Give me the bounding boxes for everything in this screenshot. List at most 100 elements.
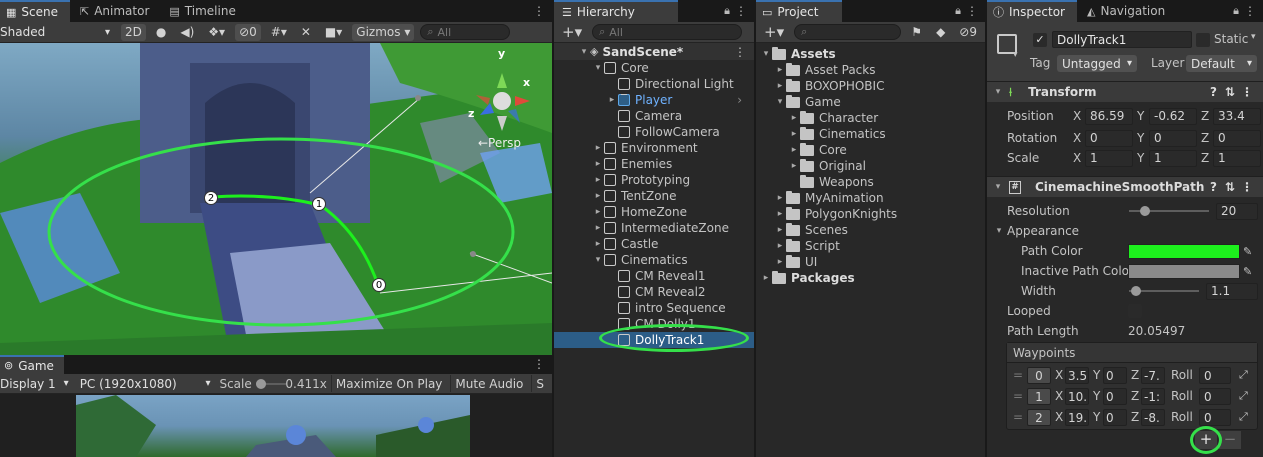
expand-arrow-icon[interactable]: ▸ xyxy=(788,129,800,139)
more-options-icon[interactable]: ⋮ xyxy=(1241,180,1253,194)
expand-arrow-icon[interactable]: ▾ xyxy=(592,255,604,265)
expand-arrow-icon[interactable]: ▸ xyxy=(592,159,604,169)
smooth-path-header[interactable]: ▾ # CinemachineSmoothPath ? ⇅ ⋮ xyxy=(987,176,1263,197)
hidden-objects-toggle[interactable]: ⊘ 0 xyxy=(235,23,261,41)
hierarchy-item[interactable]: ▸ Prototyping xyxy=(554,172,754,188)
drag-handle-icon[interactable]: = xyxy=(1013,368,1023,382)
expand-arrow-icon[interactable]: ▸ xyxy=(788,113,800,123)
scale-y-field[interactable]: 1 xyxy=(1149,149,1197,167)
expand-arrow-icon[interactable]: ▸ xyxy=(592,175,604,185)
project-folder[interactable]: ▸ Core xyxy=(756,142,985,158)
expand-arrow-icon[interactable]: ▸ xyxy=(788,145,800,155)
create-dropdown[interactable]: +▾ xyxy=(558,23,586,41)
hierarchy-item[interactable]: ▸ TentZone xyxy=(554,188,754,204)
maximize-on-play-toggle[interactable]: Maximize On Play xyxy=(330,375,447,392)
axis-label-z[interactable]: Z xyxy=(1131,389,1139,403)
axis-label-z[interactable]: Z xyxy=(1201,109,1209,123)
display-dropdown[interactable]: Display 1 xyxy=(0,375,74,392)
static-checkbox[interactable] xyxy=(1196,33,1210,47)
position-x-field[interactable]: 86.59 xyxy=(1085,107,1133,125)
resolution-dropdown[interactable]: PC (1920x1080) xyxy=(78,375,216,392)
create-dropdown[interactable]: +▾ xyxy=(760,23,788,41)
expand-arrow-icon[interactable]: ▸ xyxy=(774,81,786,91)
hierarchy-item[interactable]: intro Sequence xyxy=(554,300,754,316)
shading-mode-dropdown[interactable]: Shaded xyxy=(0,24,115,41)
axis-label-x[interactable]: X xyxy=(1055,410,1063,424)
rotation-x-field[interactable]: 0 xyxy=(1085,129,1133,147)
project-search-input[interactable]: ⌕ xyxy=(794,24,902,40)
mute-audio-toggle[interactable]: Mute Audio xyxy=(450,375,527,392)
tab-game[interactable]: ⊚ Game xyxy=(0,355,64,374)
resolution-slider-knob[interactable] xyxy=(1140,206,1150,216)
tab-animator[interactable]: ⇱ Animator xyxy=(70,0,159,22)
waypoint-roll-field[interactable]: 0 xyxy=(1199,388,1231,405)
more-options-icon[interactable]: ⋮ xyxy=(1241,85,1253,99)
expand-arrow-icon[interactable]: ▸ xyxy=(592,223,604,233)
hierarchy-item[interactable]: ▾ Cinematics xyxy=(554,252,754,268)
project-folder[interactable]: ▸ PolygonKnights xyxy=(756,206,985,222)
expand-icon[interactable]: ⤢ xyxy=(1239,368,1248,382)
tab-inspector[interactable]: ⓘ Inspector xyxy=(987,0,1077,22)
width-slider[interactable] xyxy=(1129,286,1199,296)
eyedropper-icon[interactable]: ✎ xyxy=(1243,265,1252,278)
icon-dropdown-arrow[interactable]: ▾ xyxy=(1013,50,1018,60)
expand-icon[interactable]: ⤢ xyxy=(1239,389,1248,403)
project-folder[interactable]: ▸ Packages xyxy=(756,270,985,286)
hierarchy-search-input[interactable]: ⌕ All xyxy=(592,24,743,40)
waypoint-y-field[interactable]: 0 xyxy=(1103,409,1127,426)
looped-checkbox[interactable] xyxy=(1128,304,1142,318)
waypoint-x-field[interactable]: 19. xyxy=(1065,409,1089,426)
help-icon[interactable]: ? xyxy=(1210,180,1217,194)
hidden-packages-toggle[interactable]: ⊘ 9 xyxy=(955,24,981,41)
resolution-slider[interactable] xyxy=(1129,206,1209,216)
axis-label-z[interactable]: Z xyxy=(1131,410,1139,424)
project-folder[interactable]: ▸ UI xyxy=(756,254,985,270)
hierarchy-item[interactable]: FollowCamera xyxy=(554,124,754,140)
tab-navigation[interactable]: ◭ Navigation xyxy=(1077,0,1175,22)
effects-icon[interactable]: ❖▾ xyxy=(204,24,229,41)
hierarchy-item[interactable]: ▾ Core xyxy=(554,60,754,76)
axis-label-z[interactable]: Z xyxy=(1201,131,1209,145)
drag-handle-icon[interactable]: = xyxy=(1013,389,1023,403)
position-y-field[interactable]: -0.62 xyxy=(1149,107,1197,125)
hierarchy-item[interactable]: ▸ HomeZone xyxy=(554,204,754,220)
hierarchy-item[interactable]: ▸ Player › xyxy=(554,92,754,108)
position-z-field[interactable]: 33.4 xyxy=(1213,107,1261,125)
appearance-foldout[interactable]: ▾ Appearance xyxy=(987,221,1263,241)
axis-label-y[interactable]: Y xyxy=(1093,389,1100,403)
hierarchy-item[interactable]: ▸ Environment xyxy=(554,140,754,156)
hierarchy-item[interactable]: Directional Light xyxy=(554,76,754,92)
expand-arrow-icon[interactable]: ▾ xyxy=(760,49,772,59)
inactive-color-swatch[interactable] xyxy=(1128,263,1240,279)
axis-label-x[interactable]: X xyxy=(1073,151,1081,165)
rotation-y-field[interactable]: 0 xyxy=(1149,129,1197,147)
axis-label-z[interactable]: Z xyxy=(1131,368,1139,382)
scale-x-field[interactable]: 1 xyxy=(1085,149,1133,167)
axis-label-x[interactable]: X xyxy=(1055,368,1063,382)
tools-icon[interactable]: ✕ xyxy=(297,24,315,41)
hierarchy-item[interactable]: CM Reveal1 xyxy=(554,268,754,284)
filter-by-type-icon[interactable]: ⚑ xyxy=(907,24,926,41)
axis-label-x[interactable]: X xyxy=(1055,389,1063,403)
expand-arrow-icon[interactable]: ▾ xyxy=(774,97,786,107)
expand-arrow-icon[interactable]: ▸ xyxy=(774,65,786,75)
hierarchy-item[interactable]: Camera xyxy=(554,108,754,124)
camera-icon[interactable]: ■▾ xyxy=(321,24,346,41)
lock-icon[interactable]: 🔒︎ xyxy=(1233,4,1239,18)
presets-icon[interactable]: ⇅ xyxy=(1225,85,1235,99)
hierarchy-item[interactable]: ▸ Enemies xyxy=(554,156,754,172)
more-options-icon[interactable]: ⋮ xyxy=(734,45,746,59)
hierarchy-item[interactable]: ▸ IntermediateZone xyxy=(554,220,754,236)
waypoint-x-field[interactable]: 3.5 xyxy=(1065,367,1089,384)
expand-arrow-icon[interactable]: ▸ xyxy=(774,193,786,203)
waypoint-roll-field[interactable]: 0 xyxy=(1199,367,1231,384)
gizmos-dropdown[interactable]: Gizmos ▾ xyxy=(352,23,415,41)
more-options-icon[interactable]: ⋮ xyxy=(533,357,545,371)
more-options-icon[interactable]: ⋮ xyxy=(533,4,545,18)
active-checkbox[interactable]: ✓ xyxy=(1033,33,1047,47)
expand-arrow-icon[interactable]: ▸ xyxy=(774,225,786,235)
project-folder[interactable]: ▸ Script xyxy=(756,238,985,254)
filter-by-label-icon[interactable]: ◆ xyxy=(932,24,949,41)
project-folder[interactable]: ▸ Asset Packs xyxy=(756,62,985,78)
hierarchy-item[interactable]: ▸ Castle xyxy=(554,236,754,252)
